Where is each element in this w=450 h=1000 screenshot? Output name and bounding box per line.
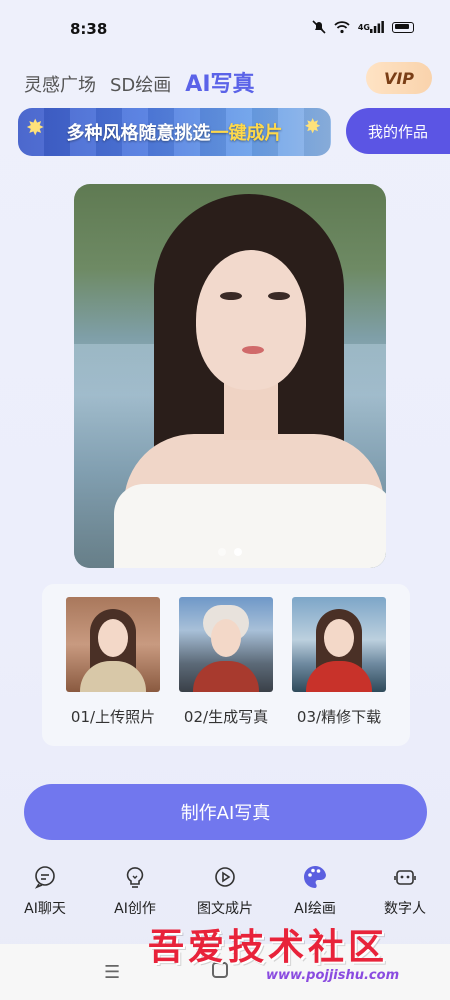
- vip-button[interactable]: VIP: [366, 62, 432, 94]
- battery-icon: [392, 21, 414, 33]
- step-generate-label: 02/生成写真: [183, 708, 269, 726]
- thumbnail-face: [211, 619, 241, 657]
- step-generate: 02/生成写真: [178, 597, 274, 727]
- robot-icon: [392, 864, 418, 890]
- tab-sd-painting[interactable]: SD绘画: [110, 71, 171, 97]
- carousel-dot[interactable]: [218, 548, 226, 556]
- top-tabs: 灵感广场 SD绘画 AI写真: [24, 66, 255, 98]
- thumbnail-body: [193, 661, 259, 692]
- thumbnail-face: [324, 619, 354, 657]
- step-refine-thumbnail: [292, 597, 386, 692]
- firework-icon: ✸: [26, 116, 45, 141]
- hero-carousel[interactable]: [74, 184, 386, 568]
- nav-item-ai-chat[interactable]: AI聊天: [0, 858, 90, 938]
- promo-banner[interactable]: ✸ 多种风格随意挑选一键成片 ✸: [18, 108, 331, 156]
- step-refine-label: 03/精修下载: [296, 708, 382, 726]
- hero-image-face: [196, 250, 306, 390]
- tab-ai-portrait[interactable]: AI写真: [185, 66, 254, 98]
- lightbulb-icon: [122, 864, 148, 890]
- signal-icon: 4G: [358, 21, 384, 33]
- make-ai-portrait-button[interactable]: 制作AI写真: [24, 784, 427, 840]
- banner-text-prefix: 多种风格随意挑选: [66, 123, 211, 144]
- step-generate-thumbnail: [179, 597, 273, 692]
- nav-label: AI绘画: [294, 901, 336, 917]
- carousel-dots: [74, 548, 386, 556]
- palette-icon: [302, 864, 328, 890]
- hero-image-eye: [268, 292, 290, 300]
- step-upload: 01/上传照片: [65, 597, 161, 727]
- banner-text-highlight: 一键成片: [210, 123, 283, 144]
- firework-icon: ✸: [304, 114, 321, 138]
- mute-bell-icon: [312, 20, 326, 34]
- nav-label: 图文成片: [197, 901, 253, 917]
- menu-icon[interactable]: ☰: [104, 962, 120, 983]
- nav-label: 数字人: [384, 901, 426, 917]
- status-bar: 8:38 4G: [0, 0, 450, 58]
- hero-image-lips: [242, 346, 264, 354]
- status-icons: 4G: [312, 20, 414, 34]
- wifi-icon: [334, 20, 350, 34]
- steps-card: 01/上传照片 02/生成写真 03/精修下载: [42, 584, 410, 746]
- nav-label: AI创作: [114, 901, 156, 917]
- play-video-icon: [212, 864, 238, 890]
- chat-bubble-icon: [32, 864, 58, 890]
- thumbnail-face: [98, 619, 128, 657]
- watermark: 吾爱技术社区 www.pojjishu.com: [148, 918, 444, 992]
- carousel-dot-active[interactable]: [234, 548, 242, 556]
- step-upload-thumbnail: [66, 597, 160, 692]
- status-time: 8:38: [70, 20, 108, 38]
- banner-text: 多种风格随意挑选一键成片: [67, 119, 283, 145]
- my-works-button[interactable]: 我的作品: [346, 108, 450, 154]
- network-type: 4G: [357, 22, 370, 32]
- nav-label: AI聊天: [24, 901, 66, 917]
- tab-inspiration[interactable]: 灵感广场: [24, 71, 96, 97]
- step-upload-label: 01/上传照片: [70, 708, 156, 726]
- watermark-url: www.pojjishu.com: [266, 968, 400, 983]
- watermark-title: 吾爱技术社区: [148, 926, 389, 968]
- hero-image-eye: [220, 292, 242, 300]
- step-refine: 03/精修下载: [291, 597, 387, 727]
